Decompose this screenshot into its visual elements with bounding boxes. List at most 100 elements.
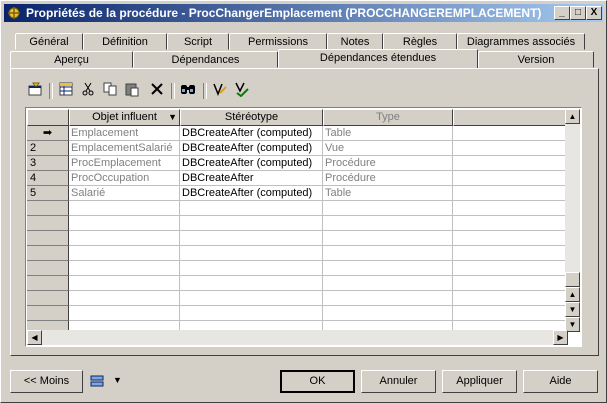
cell-stereotype[interactable]: DBCreateAfter (computed): [180, 186, 323, 201]
customize-columns-icon[interactable]: [210, 81, 230, 101]
cell-type[interactable]: [323, 276, 453, 291]
cell-stereotype[interactable]: [180, 246, 323, 261]
layout-dropdown-button[interactable]: ▼: [88, 372, 124, 392]
column-header-type[interactable]: Type: [323, 109, 453, 126]
cell-stereotype[interactable]: [180, 261, 323, 276]
cell-stereotype[interactable]: DBCreateAfter: [180, 171, 323, 186]
dropdown-arrow-icon[interactable]: ▼: [168, 110, 177, 125]
row-number[interactable]: [27, 291, 69, 306]
column-header-stereotype[interactable]: Stéréotype: [180, 109, 323, 126]
cell-stereotype[interactable]: [180, 201, 323, 216]
cell-objet-influent[interactable]: Emplacement: [69, 126, 180, 141]
cell-type[interactable]: Table: [323, 126, 453, 141]
cell-type[interactable]: [323, 201, 453, 216]
scroll-up-icon[interactable]: ▲: [565, 109, 580, 124]
table-row[interactable]: [27, 246, 568, 261]
cell-stereotype[interactable]: [180, 216, 323, 231]
row-number[interactable]: [27, 306, 69, 321]
cell-type[interactable]: [323, 306, 453, 321]
row-number[interactable]: ➡: [27, 126, 69, 141]
cell-objet-influent[interactable]: ProcOccupation: [69, 171, 180, 186]
row-number[interactable]: 4: [27, 171, 69, 186]
table-row[interactable]: [27, 276, 568, 291]
cell-objet-influent[interactable]: [69, 261, 180, 276]
table-row[interactable]: ➡ Emplacement DBCreateAfter (computed) Tabl…: [27, 126, 568, 141]
ok-button[interactable]: OK: [280, 370, 355, 393]
less-button[interactable]: << Moins: [10, 370, 83, 393]
add-rows-icon[interactable]: [56, 81, 76, 101]
table-row[interactable]: [27, 306, 568, 321]
help-button[interactable]: Aide: [523, 370, 598, 393]
row-number-header[interactable]: [27, 109, 69, 126]
tab-dependances[interactable]: Dépendances: [133, 51, 278, 68]
row-number[interactable]: 5: [27, 186, 69, 201]
scroll-up-icon[interactable]: ▲: [565, 287, 580, 302]
delete-icon[interactable]: [147, 81, 167, 101]
cell-stereotype[interactable]: [180, 231, 323, 246]
cell-type[interactable]: [323, 246, 453, 261]
horizontal-scrollbar[interactable]: ◀ ▶: [27, 330, 568, 345]
cell-empty[interactable]: [453, 306, 568, 321]
column-header-objet-influent[interactable]: Objet influent ▼: [69, 109, 180, 126]
row-number[interactable]: 2: [27, 141, 69, 156]
table-row[interactable]: 5 Salarié DBCreateAfter (computed) Table: [27, 186, 568, 201]
cell-stereotype[interactable]: DBCreateAfter (computed): [180, 156, 323, 171]
cell-stereotype[interactable]: [180, 276, 323, 291]
tab-version[interactable]: Version: [478, 51, 594, 68]
scroll-down-icon[interactable]: ▼: [565, 302, 580, 317]
cell-type[interactable]: [323, 261, 453, 276]
table-row[interactable]: [27, 201, 568, 216]
cell-objet-influent[interactable]: Salarié: [69, 186, 180, 201]
vertical-scrollbar[interactable]: ▲ ▲ ▼ ▼: [565, 109, 580, 332]
minimize-button[interactable]: _: [554, 6, 570, 20]
apply-button[interactable]: Appliquer: [442, 370, 517, 393]
cell-empty[interactable]: [453, 216, 568, 231]
cell-stereotype[interactable]: [180, 291, 323, 306]
cell-type[interactable]: Procédure: [323, 156, 453, 171]
cell-stereotype[interactable]: [180, 306, 323, 321]
scroll-thumb[interactable]: [565, 272, 580, 287]
cell-objet-influent[interactable]: [69, 246, 180, 261]
cell-empty[interactable]: [453, 246, 568, 261]
title-bar[interactable]: Propriétés de la procédure - ProcChanger…: [4, 4, 603, 22]
cell-empty[interactable]: [453, 171, 568, 186]
cell-empty[interactable]: [453, 126, 568, 141]
cell-stereotype[interactable]: DBCreateAfter (computed): [180, 141, 323, 156]
tab-regles[interactable]: Règles: [383, 33, 457, 50]
cell-objet-influent[interactable]: [69, 306, 180, 321]
filter-icon[interactable]: [232, 81, 252, 101]
tab-script[interactable]: Script: [167, 33, 229, 50]
cell-empty[interactable]: [453, 201, 568, 216]
table-row[interactable]: [27, 291, 568, 306]
cell-empty[interactable]: [453, 231, 568, 246]
cancel-button[interactable]: Annuler: [361, 370, 436, 393]
tab-notes[interactable]: Notes: [327, 33, 383, 50]
row-number[interactable]: [27, 246, 69, 261]
cell-empty[interactable]: [453, 156, 568, 171]
tab-diagrammes-associes[interactable]: Diagrammes associés: [457, 33, 585, 50]
table-row[interactable]: [27, 261, 568, 276]
table-row[interactable]: 2 EmplacementSalarié DBCreateAfter (comput…: [27, 141, 568, 156]
tab-general[interactable]: Général: [15, 33, 83, 50]
row-number[interactable]: [27, 231, 69, 246]
cell-type[interactable]: [323, 231, 453, 246]
cut-icon[interactable]: [78, 81, 98, 101]
find-icon[interactable]: [178, 81, 198, 101]
table-row[interactable]: [27, 231, 568, 246]
close-button[interactable]: X: [586, 6, 602, 20]
row-number[interactable]: [27, 216, 69, 231]
cell-type[interactable]: Vue: [323, 141, 453, 156]
cell-empty[interactable]: [453, 276, 568, 291]
tab-dependances-etendues[interactable]: Dépendances étendues: [278, 49, 478, 68]
cell-empty[interactable]: [453, 141, 568, 156]
row-number[interactable]: 3: [27, 156, 69, 171]
cell-type[interactable]: Procédure: [323, 171, 453, 186]
scroll-left-icon[interactable]: ◀: [27, 330, 42, 345]
cell-objet-influent[interactable]: [69, 276, 180, 291]
row-number[interactable]: [27, 261, 69, 276]
row-number[interactable]: [27, 276, 69, 291]
tab-permissions[interactable]: Permissions: [229, 33, 327, 50]
cell-type[interactable]: [323, 216, 453, 231]
table-row[interactable]: 4 ProcOccupation DBCreateAfter Procédure: [27, 171, 568, 186]
copy-icon[interactable]: [100, 81, 120, 101]
